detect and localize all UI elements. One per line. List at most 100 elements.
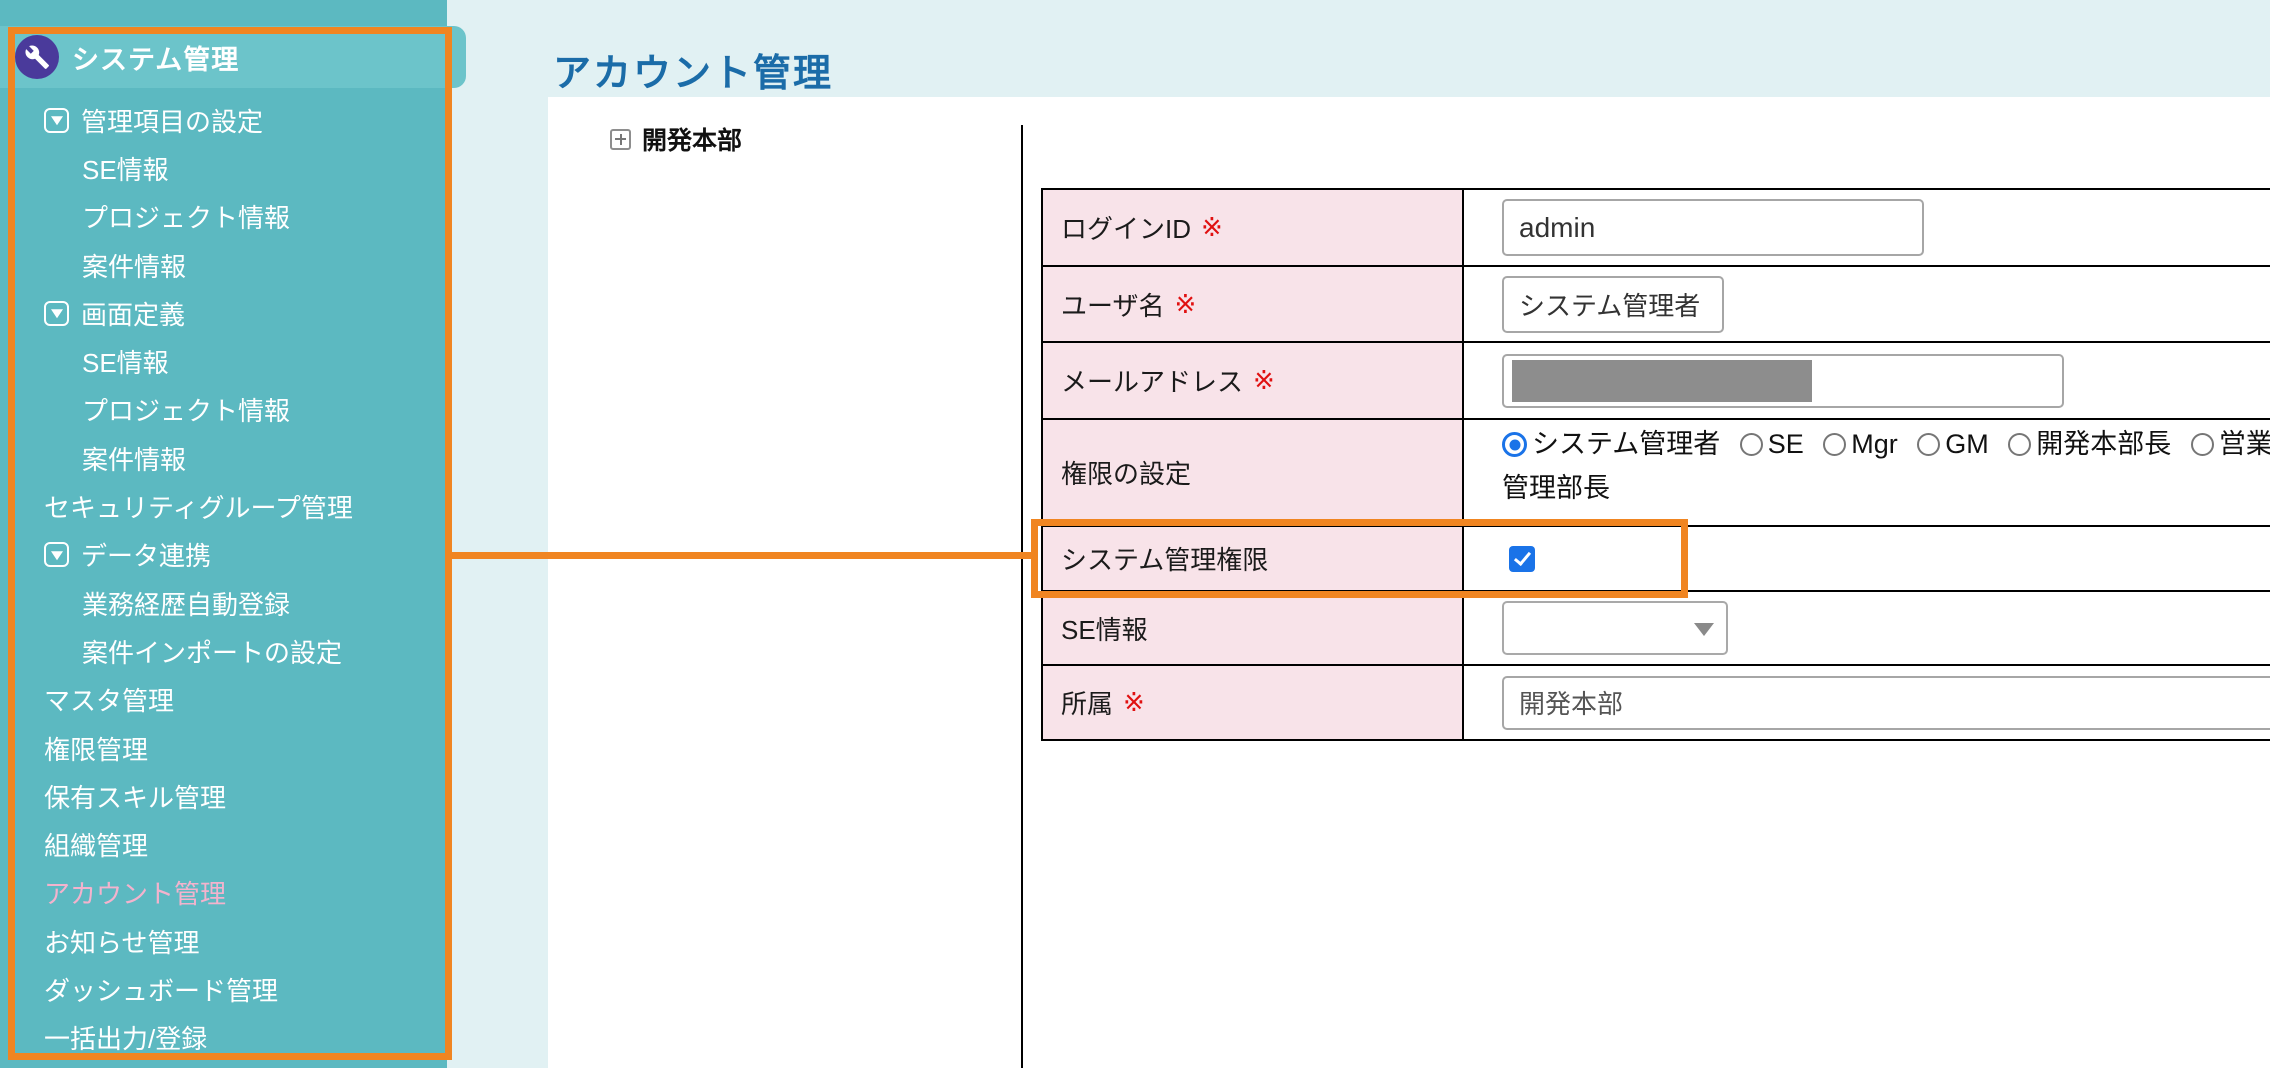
sidebar-item-label: データ連携: [81, 536, 211, 573]
sidebar-item-label: マスタ管理: [44, 681, 174, 718]
row-label: 所属: [1061, 684, 1113, 721]
row-label: ユーザ名: [1061, 286, 1164, 323]
system-admin-checkbox-checked[interactable]: [1509, 546, 1535, 572]
sidebar-item-label: 案件情報: [82, 440, 186, 477]
user-name-input[interactable]: システム管理者: [1502, 276, 1724, 333]
sidebar-item-permission-mgmt[interactable]: 権限管理: [0, 724, 447, 772]
radio-icon[interactable]: [2191, 433, 2214, 456]
radio-label: GM: [1945, 429, 1989, 459]
redacted-block: [1512, 360, 1812, 402]
sidebar-item-se-info-1[interactable]: SE情報: [0, 144, 447, 192]
sidebar-item-label: 業務経歴自動登録: [82, 585, 290, 622]
radio-label: システム管理者: [1532, 429, 1720, 459]
sidebar-item-matter-import-settings[interactable]: 案件インポートの設定: [0, 627, 447, 675]
required-mark: ※: [1123, 687, 1145, 718]
row-label-cell: メールアドレス ※: [1043, 343, 1464, 418]
sidebar-item-work-history-auto-register[interactable]: 業務経歴自動登録: [0, 579, 447, 627]
sidebar-item-matter-info-2[interactable]: 案件情報: [0, 434, 447, 482]
row-value-cell: システム管理者 SE Mgr GM 開発本部長 営業管理部長: [1464, 420, 2270, 525]
sidebar-item-data-linkage[interactable]: データ連携: [0, 531, 447, 579]
sidebar-item-organization-mgmt[interactable]: 組織管理: [0, 820, 447, 868]
sidebar-item-skill-mgmt[interactable]: 保有スキル管理: [0, 772, 447, 820]
sidebar-item-dashboard-mgmt[interactable]: ダッシュボード管理: [0, 965, 447, 1013]
login-id-input[interactable]: admin: [1502, 199, 1924, 256]
table-row-login-id: ログインID ※ admin: [1043, 190, 2270, 267]
radio-icon[interactable]: [1823, 433, 1846, 456]
sidebar-item-label: 案件インポートの設定: [82, 633, 342, 670]
collapse-toggle-icon[interactable]: [44, 108, 69, 133]
sidebar-item-master-mgmt[interactable]: マスタ管理: [0, 676, 447, 724]
tree-node-development-hq[interactable]: 開発本部: [610, 121, 742, 157]
sidebar-item-label: ダッシュボード管理: [44, 971, 278, 1008]
sidebar-item-matter-info-1[interactable]: 案件情報: [0, 241, 447, 289]
row-label-cell: 権限の設定: [1043, 420, 1464, 525]
sidebar-item-label: 保有スキル管理: [44, 778, 226, 815]
radio-selected-icon[interactable]: [1502, 432, 1527, 457]
radio-option-mgr[interactable]: Mgr: [1823, 429, 1898, 459]
screen: システム管理 管理項目の設定 SE情報 プロジェクト情報 案件情報 画面定義 S…: [0, 0, 2270, 1068]
table-row-system-admin-permission: システム管理権限: [1043, 527, 2270, 592]
radio-icon[interactable]: [1740, 433, 1763, 456]
sidebar-item-account-mgmt[interactable]: アカウント管理: [0, 869, 447, 917]
sidebar-item-label: 組織管理: [44, 826, 148, 863]
radio-icon[interactable]: [1917, 433, 1940, 456]
content-panel: 開発本部 ログインID ※ admin ユーザ名 ※ システム管理者: [548, 97, 2270, 1068]
table-row-user-name: ユーザ名 ※ システム管理者: [1043, 267, 2270, 343]
belonging-input[interactable]: 開発本部: [1502, 676, 2270, 730]
radio-option-system-admin[interactable]: システム管理者: [1502, 429, 1720, 459]
vertical-divider: [1021, 125, 1023, 1068]
row-value-cell: [1464, 592, 2270, 664]
table-row-email: メールアドレス ※: [1043, 343, 2270, 420]
row-label: SE情報: [1061, 610, 1148, 647]
required-mark: ※: [1174, 289, 1196, 320]
account-form-table: ログインID ※ admin ユーザ名 ※ システム管理者 メールアドレス: [1041, 188, 2270, 741]
row-label: メールアドレス: [1061, 362, 1243, 399]
radio-option-dev-hq-head[interactable]: 開発本部長: [2008, 429, 2171, 459]
table-row-se-info: SE情報: [1043, 592, 2270, 666]
row-label-cell: ユーザ名 ※: [1043, 267, 1464, 341]
tree-node-label: 開発本部: [642, 121, 742, 157]
row-label-cell: 所属 ※: [1043, 666, 1464, 739]
se-info-select[interactable]: [1502, 601, 1728, 655]
sidebar-item-security-group-mgmt[interactable]: セキュリティグループ管理: [0, 482, 447, 530]
required-mark: ※: [1253, 365, 1275, 396]
row-value-cell: 開発本部: [1464, 666, 2270, 739]
sidebar-item-bulk-output-register[interactable]: 一括出力/登録: [0, 1014, 447, 1062]
row-label: システム管理権限: [1061, 540, 1268, 577]
sidebar-item-project-info-2[interactable]: プロジェクト情報: [0, 386, 447, 434]
collapse-toggle-icon[interactable]: [44, 542, 69, 567]
sidebar-item-label: プロジェクト情報: [82, 198, 290, 235]
radio-label: SE: [1768, 429, 1804, 459]
expand-plus-icon[interactable]: [610, 129, 631, 150]
sidebar-item-project-info-1[interactable]: プロジェクト情報: [0, 193, 447, 241]
sidebar-item-label: アカウント管理: [44, 874, 226, 911]
sidebar-item-managed-items-config[interactable]: 管理項目の設定: [0, 96, 447, 144]
row-label-cell: SE情報: [1043, 592, 1464, 664]
sidebar-item-label: 管理項目の設定: [81, 102, 263, 139]
wrench-icon: [15, 35, 59, 79]
input-value: admin: [1519, 212, 1595, 244]
input-value: システム管理者: [1519, 286, 1700, 323]
row-value-cell: [1464, 527, 2270, 590]
table-row-permission-setting: 権限の設定 システム管理者 SE Mgr GM 開発本部長 営業管理部長: [1043, 420, 2270, 527]
sidebar-menu: 管理項目の設定 SE情報 プロジェクト情報 案件情報 画面定義 SE情報 プロジ…: [0, 96, 447, 1062]
sidebar-item-label: 案件情報: [82, 247, 186, 284]
page-title: アカウント管理: [553, 51, 833, 97]
row-value-cell: admin: [1464, 190, 2270, 265]
sidebar-item-se-info-2[interactable]: SE情報: [0, 337, 447, 385]
sidebar-item-label: セキュリティグループ管理: [44, 488, 353, 525]
sidebar-item-label: 一括出力/登録: [44, 1019, 207, 1056]
sidebar-item-notice-mgmt[interactable]: お知らせ管理: [0, 917, 447, 965]
radio-option-gm[interactable]: GM: [1917, 429, 1989, 459]
email-input[interactable]: [1502, 354, 2064, 408]
sidebar-header-system-management[interactable]: システム管理: [0, 26, 466, 88]
sidebar-item-screen-definition[interactable]: 画面定義: [0, 289, 447, 337]
radio-option-se[interactable]: SE: [1740, 429, 1804, 459]
radio-icon[interactable]: [2008, 433, 2031, 456]
table-row-belonging: 所属 ※ 開発本部: [1043, 666, 2270, 739]
row-value-cell: システム管理者: [1464, 267, 2270, 341]
sidebar-item-label: SE情報: [82, 343, 169, 380]
sidebar-item-label: お知らせ管理: [44, 923, 199, 960]
collapse-toggle-icon[interactable]: [44, 301, 69, 326]
row-label-cell: ログインID ※: [1043, 190, 1464, 265]
